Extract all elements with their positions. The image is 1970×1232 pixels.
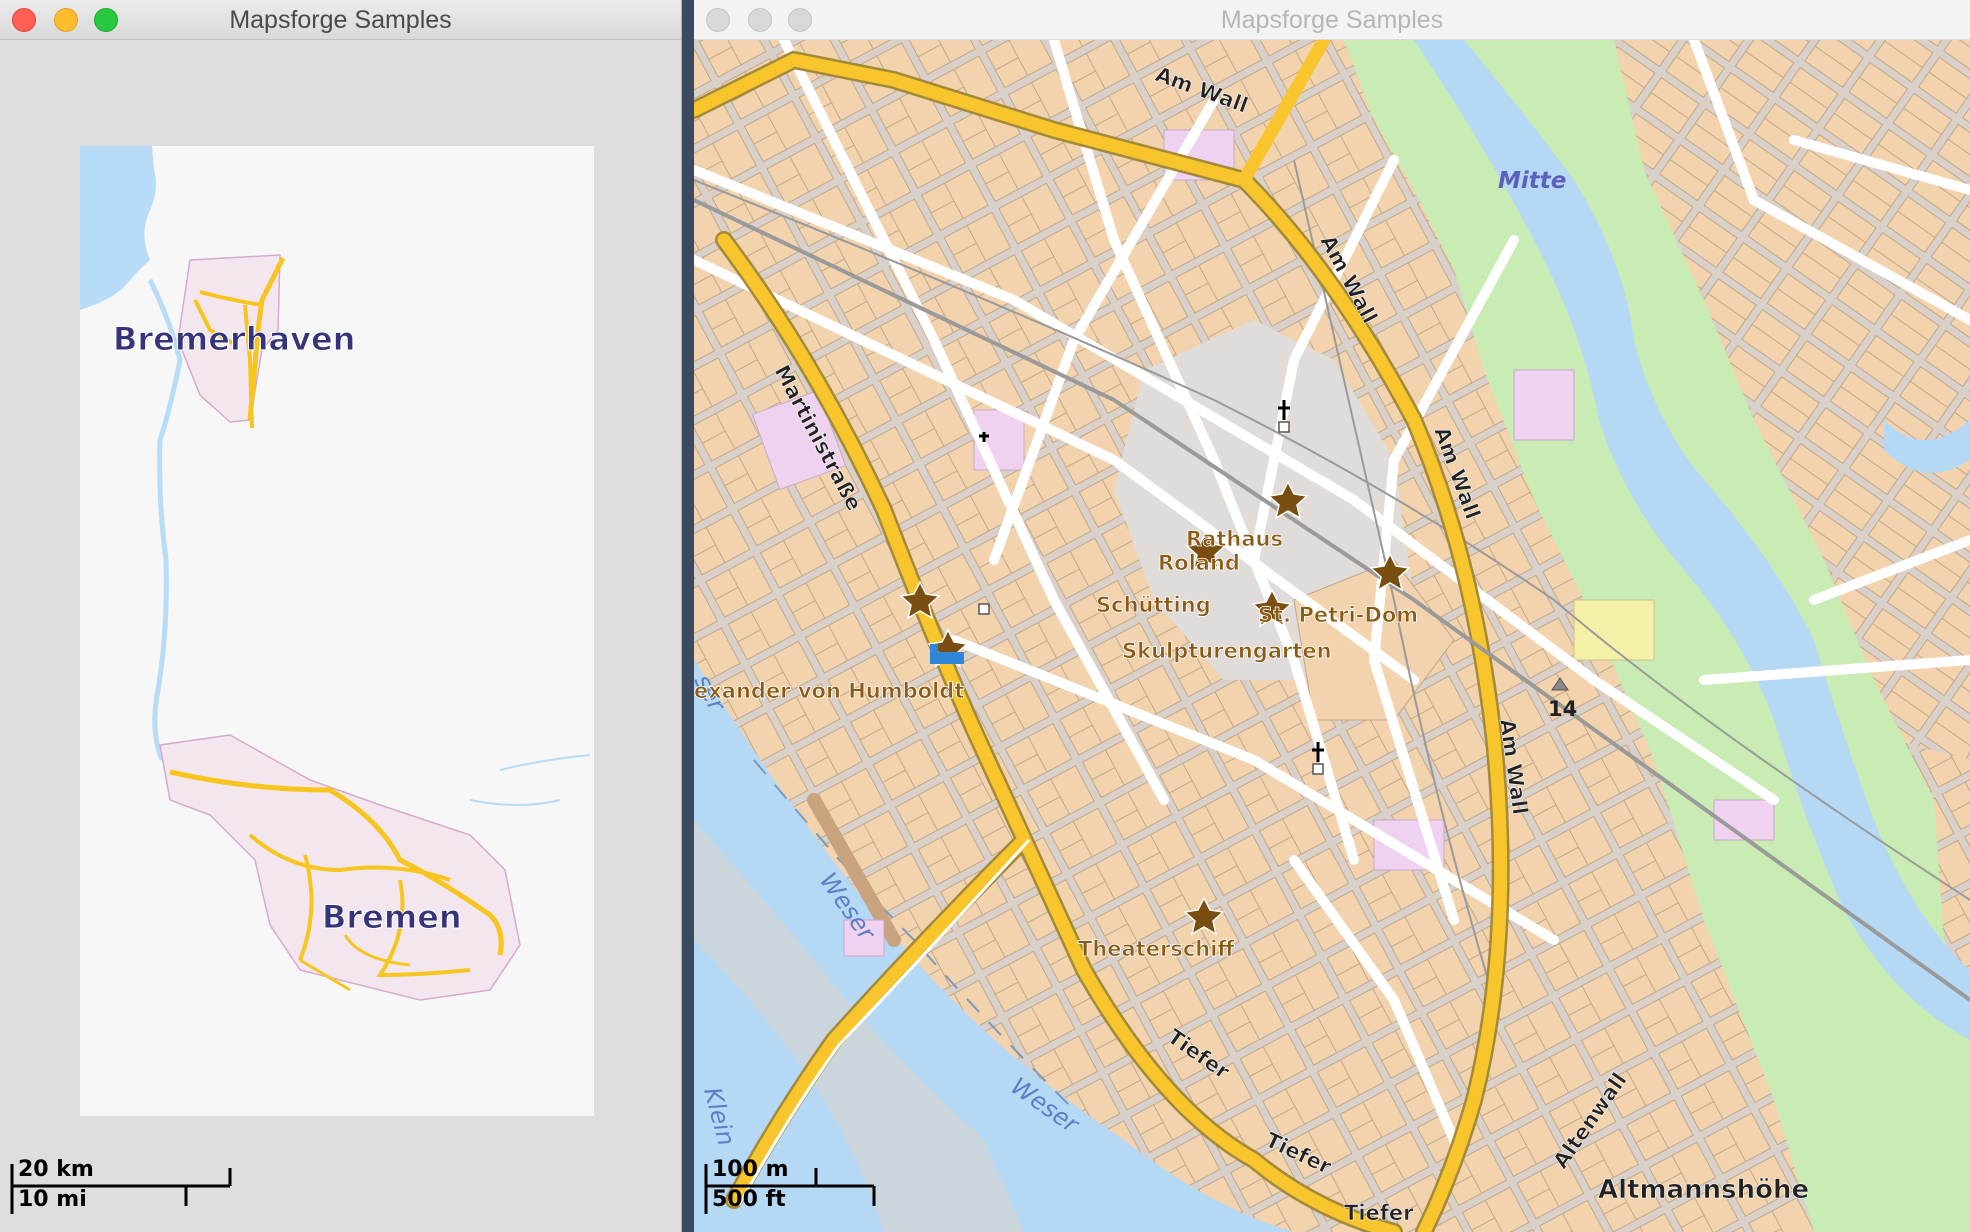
- poi-label-skulpturengarten: Skulpturengarten: [1122, 639, 1332, 663]
- window-title: Mapsforge Samples: [229, 6, 452, 34]
- map-scale-bar: 20 km 10 mi: [10, 1158, 240, 1218]
- scale-label-imperial: 10 mi: [18, 1187, 87, 1212]
- district-label-altmannshoehe: Altmannshöhe: [1598, 1175, 1809, 1205]
- overview-map-window: Mapsforge Samples Bremerhaven Bremen 20 …: [0, 0, 682, 1232]
- scale-label-imperial: 500 ft: [712, 1187, 786, 1212]
- scale-label-metric: 20 km: [18, 1157, 94, 1182]
- overview-map-canvas[interactable]: Bremerhaven Bremen: [0, 40, 681, 1232]
- poi-label-humboldt: exander von Humboldt: [694, 679, 964, 703]
- poi-label-schuetting: Schütting: [1096, 593, 1211, 617]
- street-label: Tiefer: [1344, 1201, 1414, 1225]
- poi-label-roland: Roland: [1158, 551, 1240, 575]
- detail-map-window: Mapsforge Samples Am Wall Am Wall Am Wal…: [694, 0, 1970, 1232]
- poi-label-st-petri-dom: St. Petri-Dom: [1258, 603, 1418, 627]
- place-label-bremerhaven: Bremerhaven: [113, 320, 355, 358]
- district-label-mitte: Mitte: [1498, 168, 1566, 194]
- scale-label-metric: 100 m: [712, 1157, 789, 1182]
- poi-label-rathaus: Rathaus: [1186, 527, 1283, 551]
- elevation-label: 14: [1548, 697, 1577, 721]
- map-scale-bar: 100 m 500 ft: [704, 1158, 884, 1218]
- place-label-bremen: Bremen: [322, 898, 462, 936]
- window-title: Mapsforge Samples: [1220, 6, 1444, 34]
- title-bar[interactable]: Mapsforge Samples: [694, 0, 1970, 40]
- detail-map-canvas[interactable]: Am Wall Am Wall Am Wall Am Wall Martinis…: [694, 33, 1970, 1232]
- poi-label-theaterschiff: Theaterschiff: [1078, 937, 1235, 961]
- title-bar[interactable]: Mapsforge Samples: [0, 0, 681, 40]
